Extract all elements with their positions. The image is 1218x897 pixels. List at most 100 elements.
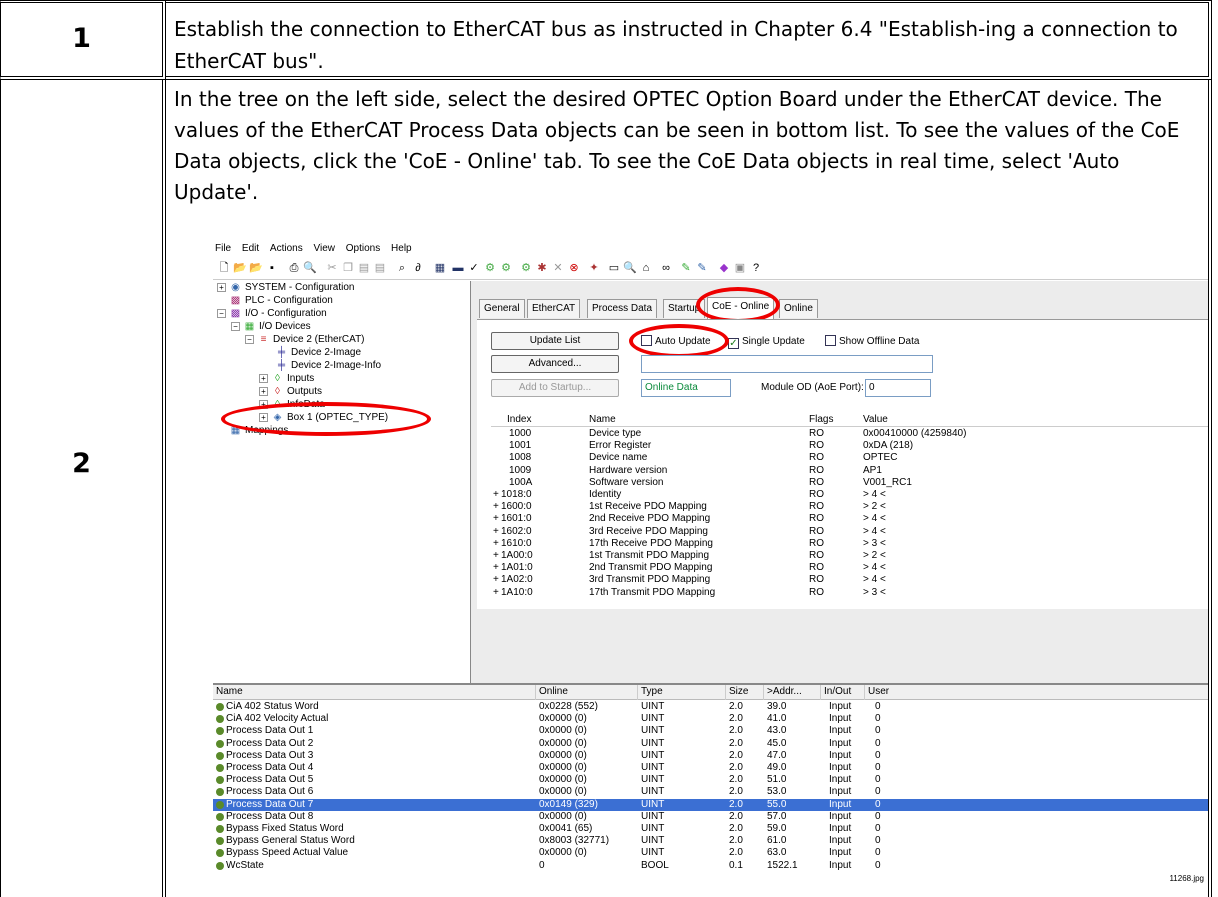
zoom-icon[interactable]: 🔍	[623, 261, 637, 275]
coe-row[interactable]: +1A02:0 3rd Transmit PDO Mapping RO > 4 <	[491, 574, 1208, 586]
add-to-startup-button[interactable]: Add to Startup...	[491, 379, 619, 397]
tree-item-inputs[interactable]: + ◊ Inputs	[259, 372, 314, 385]
tab-startup[interactable]: Startup	[663, 299, 706, 318]
collapse-icon[interactable]: −	[245, 334, 254, 344]
tree-item-outputs[interactable]: + ◊ Outputs	[259, 385, 322, 398]
tree-item-plc[interactable]: ▩ PLC - Configuration	[229, 294, 333, 307]
coe-row[interactable]: +1601:0 2nd Receive PDO Mapping RO > 4 <	[491, 513, 1208, 525]
expand-icon[interactable]: +	[493, 587, 499, 599]
tree-item-infodata[interactable]: + ◊ InfoData	[259, 398, 325, 411]
tree-item-device-image-info[interactable]: ╪ Device 2-Image-Info	[275, 359, 381, 372]
advanced-button[interactable]: Advanced...	[491, 355, 619, 373]
pd-row[interactable]: Bypass Fixed Status Word 0x0041 (65) UINT 2…	[213, 823, 1208, 835]
single-update-checkbox[interactable]: ✓ Single Update	[728, 335, 805, 349]
pd-row[interactable]: CiA 402 Status Word 0x0228 (552) UINT 2.0 39…	[213, 701, 1208, 713]
stop-icon[interactable]: ⊗	[567, 261, 581, 275]
online-icon[interactable]: ✎	[695, 261, 709, 275]
expand-icon[interactable]: +	[493, 526, 499, 538]
header-flags[interactable]: Flags	[809, 414, 833, 426]
update-list-button[interactable]: Update List	[491, 332, 619, 350]
tree-item-device-image[interactable]: ╪ Device 2-Image	[275, 346, 361, 359]
expand-icon[interactable]: +	[259, 373, 268, 383]
find-icon[interactable]: ⌕	[395, 261, 409, 275]
toggle-icon[interactable]: ✕	[551, 261, 565, 275]
restart-icon[interactable]: ⚙	[499, 261, 513, 275]
generate-mappings-icon[interactable]: ▦	[433, 261, 447, 275]
pd-row[interactable]: Process Data Out 7 0x0149 (329) UINT 2.0 55.…	[213, 798, 1208, 811]
pd-row[interactable]: WcState 0 BOOL 0.1 1522.1 Input 0	[213, 860, 1208, 872]
pd-row[interactable]: Process Data Out 2 0x0000 (0) UINT 2.0 45.0 I…	[213, 738, 1208, 750]
expand-icon[interactable]: +	[493, 550, 499, 562]
header-online[interactable]: Online	[536, 685, 638, 700]
header-address[interactable]: >Addr...	[764, 685, 821, 700]
coe-row[interactable]: 1009 Hardware version RO AP1	[491, 465, 1208, 477]
collapse-icon[interactable]: −	[217, 308, 226, 318]
info-icon[interactable]: ▣	[733, 261, 747, 275]
header-value[interactable]: Value	[863, 414, 888, 426]
coe-row[interactable]: +1602:0 3rd Receive PDO Mapping RO > 4 <	[491, 526, 1208, 538]
menu-file[interactable]: File	[215, 240, 231, 257]
open-folder-icon[interactable]: 📂	[249, 261, 263, 275]
header-name[interactable]: Name	[213, 685, 536, 700]
pd-row[interactable]: Process Data Out 6 0x0000 (0) UINT 2.0 53.0 I…	[213, 786, 1208, 798]
coe-row[interactable]: 1008 Device name RO OPTEC	[491, 452, 1208, 464]
expand-icon[interactable]: +	[493, 513, 499, 525]
coe-row[interactable]: +1A00:0 1st Transmit PDO Mapping RO > 2 <	[491, 550, 1208, 562]
find-next-icon[interactable]: ∂	[411, 261, 425, 275]
network-icon[interactable]: ▬	[451, 261, 465, 275]
menu-help[interactable]: Help	[391, 240, 412, 257]
print-preview-icon[interactable]: 🔍	[303, 261, 317, 275]
menu-actions[interactable]: Actions	[270, 240, 303, 257]
auto-update-checkbox[interactable]: Auto Update	[641, 335, 711, 348]
header-user[interactable]: User	[865, 685, 905, 700]
scan-icon[interactable]: ⌂	[639, 261, 653, 275]
module-od-input[interactable]: 0	[865, 379, 931, 397]
header-in-out[interactable]: In/Out	[821, 685, 865, 700]
show-offline-checkbox[interactable]: Show Offline Data	[825, 335, 919, 348]
pd-row[interactable]: Process Data Out 4 0x0000 (0) UINT 2.0 49.0 I…	[213, 762, 1208, 774]
paste-icon[interactable]: ▤	[357, 261, 371, 275]
expand-icon[interactable]: +	[493, 501, 499, 513]
target-icon[interactable]: ✦	[587, 261, 601, 275]
properties-icon[interactable]: ▭	[607, 261, 621, 275]
tab-online[interactable]: Online	[779, 299, 818, 318]
pd-row[interactable]: Bypass Speed Actual Value 0x0000 (0) UINT 2…	[213, 847, 1208, 859]
expand-icon[interactable]: +	[259, 412, 268, 422]
check-icon[interactable]: ✓	[467, 261, 481, 275]
collapse-icon[interactable]: −	[231, 321, 240, 331]
tree-item-io-config[interactable]: − ▩ I/O - Configuration	[217, 307, 327, 320]
header-index[interactable]: Index	[507, 414, 531, 426]
pd-row[interactable]: Process Data Out 3 0x0000 (0) UINT 2.0 47.0 I…	[213, 750, 1208, 762]
expand-icon[interactable]: +	[493, 538, 499, 550]
expand-icon[interactable]: +	[259, 399, 268, 409]
coe-row[interactable]: 1001 Error Register RO 0xDA (218)	[491, 440, 1208, 452]
header-name[interactable]: Name	[589, 414, 616, 426]
tree-item-device-2[interactable]: − ≡ Device 2 (EtherCAT)	[245, 333, 365, 346]
tree-item-box-1[interactable]: + ◈ Box 1 (OPTEC_TYPE)	[259, 411, 388, 424]
new-file-icon[interactable]: 🗋	[217, 261, 231, 275]
print-icon[interactable]: ⎙	[287, 261, 301, 275]
menu-view[interactable]: View	[314, 240, 336, 257]
pd-row[interactable]: Bypass General Status Word 0x8003 (32771)…	[213, 835, 1208, 847]
watch-icon[interactable]: ∞	[659, 261, 673, 275]
pd-row[interactable]: CiA 402 Velocity Actual 0x0000 (0) UINT 2.0…	[213, 713, 1208, 725]
expand-icon[interactable]: +	[259, 386, 268, 396]
tree-item-mappings[interactable]: ▦ Mappings	[229, 424, 289, 437]
free-run-icon[interactable]: ✱	[535, 261, 549, 275]
tab-process-data[interactable]: Process Data	[587, 299, 658, 318]
header-type[interactable]: Type	[638, 685, 726, 700]
pd-row[interactable]: Process Data Out 1 0x0000 (0) UINT 2.0 43.0 I…	[213, 725, 1208, 737]
tree-item-io-devices[interactable]: − ▦ I/O Devices	[231, 320, 311, 333]
expand-icon[interactable]: +	[493, 489, 499, 501]
expand-icon[interactable]: +	[493, 574, 499, 586]
activate-icon[interactable]: ⚙	[483, 261, 497, 275]
tree-item-system[interactable]: + ◉ SYSTEM - Configuration	[217, 281, 355, 294]
pd-row[interactable]: Process Data Out 8 0x0000 (0) UINT 2.0 57.0 I…	[213, 811, 1208, 823]
tab-ethercat[interactable]: EtherCAT	[527, 299, 581, 318]
config-mode-icon[interactable]: ⚙	[519, 261, 533, 275]
menu-options[interactable]: Options	[346, 240, 380, 257]
header-size[interactable]: Size	[726, 685, 764, 700]
coe-row[interactable]: +1600:0 1st Receive PDO Mapping RO > 2 <	[491, 501, 1208, 513]
coe-row[interactable]: +1A01:0 2nd Transmit PDO Mapping RO > 4 <	[491, 562, 1208, 574]
save-icon[interactable]: ▪	[265, 261, 279, 275]
